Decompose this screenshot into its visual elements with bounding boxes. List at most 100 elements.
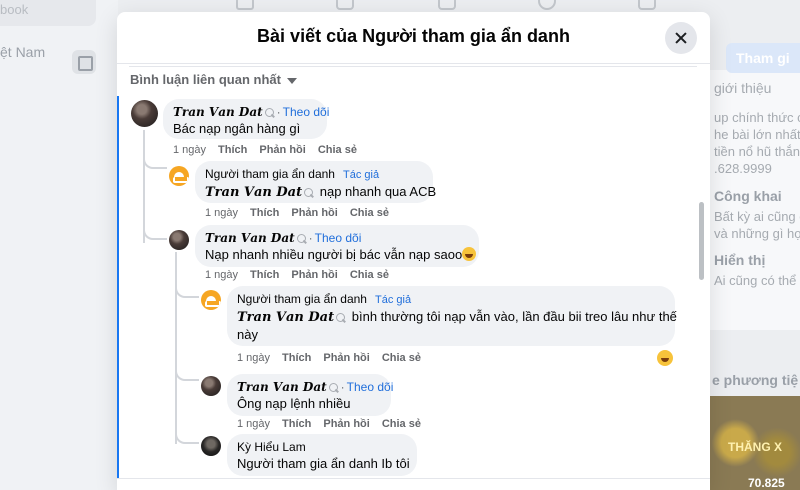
chevron-down-icon: [286, 77, 297, 84]
share-button[interactable]: Chia sẻ: [318, 144, 357, 156]
laughing-reaction-icon[interactable]: [657, 350, 673, 366]
about-text-0: giới thiệu: [714, 80, 772, 96]
comment-time[interactable]: 1 ngày: [205, 269, 238, 281]
comment-bubble: Kỳ Hiểu Lam Người tham gia ẩn danh Ib tô…: [227, 434, 417, 476]
thread-connector: [175, 367, 199, 381]
comment-bubble: 𝑻𝒓𝒂𝒏 𝑽𝒂𝒏 𝑫𝒂𝒕 · Theo dõi Bác nạp ngân hàng …: [163, 99, 330, 139]
about-text-3: tiền nổ hũ thắn: [714, 144, 800, 159]
public-text-0: Bất kỳ ai cũng c: [714, 209, 800, 224]
reply-button[interactable]: Phản hồi: [291, 269, 337, 281]
gaming-icon[interactable]: [638, 0, 656, 10]
comment-time[interactable]: 1 ngày: [173, 144, 206, 156]
comment-text: Ông nạp lệnh nhiều: [237, 396, 351, 411]
background-left-panel: book ệt Nam: [0, 0, 118, 490]
comment-author[interactable]: Người tham gia ẩn danh: [237, 292, 367, 306]
follow-link[interactable]: Theo dõi: [283, 105, 330, 119]
about-text-2: he bài lớn nhất V: [714, 127, 800, 142]
comment-sort-dropdown[interactable]: Bình luận liên quan nhất: [130, 72, 297, 87]
public-text-1: và những gì họ: [714, 226, 800, 241]
sort-label: Bình luận liên quan nhất: [130, 72, 281, 87]
mention-link[interactable]: 𝑻𝒓𝒂𝒏 𝑽𝒂𝒏 𝑫𝒂𝒕: [237, 310, 334, 325]
comment-time[interactable]: 1 ngày: [205, 207, 238, 219]
laughing-emoji-icon: [462, 247, 477, 261]
reply-button[interactable]: Phản hồi: [259, 144, 305, 156]
panel-toggle-icon[interactable]: [72, 50, 96, 74]
comment-text-continued: này: [237, 327, 258, 342]
share-button[interactable]: Chia sẻ: [350, 207, 389, 219]
verified-icon: [264, 108, 274, 117]
comment-text: Người tham gia ẩn danh Ib tôi: [237, 456, 410, 471]
share-button[interactable]: Chia sẻ: [382, 352, 421, 364]
thread-connector: [143, 226, 167, 240]
mention-link[interactable]: 𝑻𝒓𝒂𝒏 𝑽𝒂𝒏 𝑫𝒂𝒕: [205, 185, 302, 200]
verified-icon: [328, 383, 338, 392]
focus-accent-bar: [117, 96, 119, 490]
comment-bubble: Người tham gia ẩn danh Tác giả 𝑻𝒓𝒂𝒏 𝑽𝒂𝒏 𝑫…: [227, 286, 677, 346]
about-text-4: .628.9999: [714, 161, 772, 176]
comment-text: Nạp nhanh nhiều người bị bác vẫn nạp sao…: [205, 247, 463, 262]
verified-icon: [304, 188, 314, 197]
follow-link[interactable]: Theo dõi: [315, 231, 362, 245]
home-icon[interactable]: [236, 0, 254, 10]
join-group-label: Tham gi: [736, 50, 790, 66]
share-button[interactable]: Chia sẻ: [382, 418, 421, 430]
comment-actions: 1 ngày Thích Phản hồi Chia sẻ: [173, 144, 369, 156]
groups-icon[interactable]: [538, 0, 556, 10]
comment-author[interactable]: 𝑻𝒓𝒂𝒏 𝑽𝒂𝒏 𝑫𝒂𝒕: [173, 105, 263, 119]
post-modal: Bài viết của Người tham gia ẩn danh Bình…: [117, 12, 710, 490]
anonymous-avatar-icon[interactable]: [169, 166, 189, 186]
video-icon[interactable]: [336, 0, 354, 10]
thread-line: [175, 252, 177, 444]
scrollbar[interactable]: [699, 202, 704, 280]
avatar[interactable]: [169, 230, 189, 250]
comment-text: Bác nạp ngân hàng gì: [173, 121, 301, 136]
comment-time[interactable]: 1 ngày: [237, 352, 270, 364]
visible-text: Ai cũng có thể: [714, 273, 797, 288]
comment-bubble: 𝑻𝒓𝒂𝒏 𝑽𝒂𝒏 𝑫𝒂𝒕 · Theo dõi Ông nạp lệnh nhiều: [227, 374, 394, 416]
comment-author[interactable]: 𝑻𝒓𝒂𝒏 𝑽𝒂𝒏 𝑫𝒂𝒕: [237, 380, 327, 394]
marketplace-icon[interactable]: [438, 0, 456, 10]
media-overlay-text: THĂNG X: [728, 440, 782, 454]
thread-connector: [175, 284, 199, 298]
like-button[interactable]: Thích: [218, 144, 247, 156]
join-group-button[interactable]: Tham gi: [726, 43, 800, 73]
modal-title: Bài viết của Người tham gia ẩn danh: [257, 26, 570, 46]
reply-button[interactable]: Phản hồi: [323, 418, 369, 430]
avatar[interactable]: [201, 376, 221, 396]
avatar[interactable]: [201, 436, 221, 456]
media-title: e phương tiệ: [712, 372, 799, 388]
comment-author[interactable]: Người tham gia ẩn danh: [205, 167, 335, 181]
about-text-1: up chính thức c: [714, 110, 800, 125]
like-button[interactable]: Thích: [282, 418, 311, 430]
like-button[interactable]: Thích: [282, 352, 311, 364]
thread-connector: [143, 159, 167, 169]
like-button[interactable]: Thích: [250, 269, 279, 281]
comment-text: nạp nhanh qua ACB: [319, 184, 437, 199]
comment-actions: 1 ngày Thích Phản hồi Chia sẻ: [205, 269, 401, 281]
comment-actions: 1 ngày Thích Phản hồi Chia sẻ: [205, 207, 401, 219]
author-badge: Tác giả: [342, 169, 380, 181]
share-button[interactable]: Chia sẻ: [350, 269, 389, 281]
reply-button[interactable]: Phản hồi: [291, 207, 337, 219]
like-button[interactable]: Thích: [250, 207, 279, 219]
comment-actions: 1 ngày Thích Phản hồi Chia sẻ: [237, 352, 433, 364]
thread-connector: [175, 430, 199, 444]
comment-author[interactable]: 𝑻𝒓𝒂𝒏 𝑽𝒂𝒏 𝑫𝒂𝒕: [205, 231, 295, 245]
comment-bubble: 𝑻𝒓𝒂𝒏 𝑽𝒂𝒏 𝑫𝒂𝒕 · Theo dõi Nạp nhanh nhiều ng…: [195, 225, 479, 267]
follow-link[interactable]: Theo dõi: [347, 380, 394, 394]
anonymous-avatar-icon[interactable]: [201, 290, 221, 310]
comment-actions: 1 ngày Thích Phản hồi Chia sẻ: [237, 418, 433, 430]
visible-title: Hiển thị: [714, 252, 766, 268]
comment-time[interactable]: 1 ngày: [237, 418, 270, 430]
reply-button[interactable]: Phản hồi: [323, 352, 369, 364]
avatar[interactable]: [131, 100, 158, 127]
divider: [129, 66, 697, 67]
close-button[interactable]: [665, 22, 697, 54]
comment-author[interactable]: Kỳ Hiểu Lam: [237, 440, 306, 454]
author-badge: Tác giả: [374, 294, 412, 306]
comment-text: bình thường tôi nạp vẫn vào, lần đầu bii…: [351, 309, 677, 324]
public-title: Công khai: [714, 188, 782, 204]
background-right-panel: giới thiệu up chính thức c he bài lớn nh…: [708, 0, 800, 490]
verified-icon: [336, 313, 346, 322]
background-left-text: ệt Nam: [0, 44, 46, 60]
